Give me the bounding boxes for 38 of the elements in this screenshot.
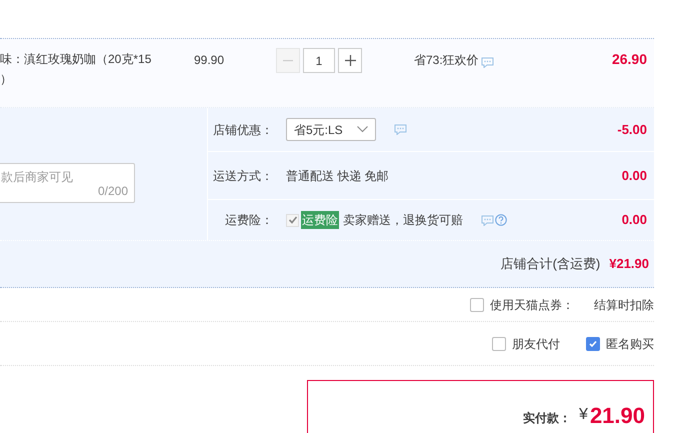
checkbox[interactable] bbox=[470, 298, 484, 312]
checkbox[interactable] bbox=[586, 336, 600, 350]
comment-icon bbox=[481, 214, 494, 226]
item-subtotal: 26.90 bbox=[612, 50, 647, 69]
shipping-method: 普通配送 快递 免邮 bbox=[286, 168, 389, 184]
payment-label: 实付款： bbox=[523, 410, 572, 427]
checkmark-icon bbox=[288, 215, 298, 225]
quantity-field[interactable]: 1 bbox=[303, 48, 335, 73]
currency-symbol: ¥ bbox=[579, 405, 588, 425]
option-label: 朋友代付 bbox=[512, 336, 560, 352]
deduction-note: 结算时扣除 bbox=[594, 296, 654, 314]
discount-dropdown[interactable]: 省5元:LS bbox=[286, 118, 376, 141]
option-amount: 0.00 bbox=[622, 166, 648, 185]
option-amount: 0.00 bbox=[622, 211, 648, 230]
plus-icon bbox=[344, 55, 356, 66]
shop-total-amount: ¥21.90 bbox=[609, 255, 649, 274]
product-description: 味：滇红玫瑰奶咖（20克*15 ） bbox=[0, 51, 152, 88]
comment-icon bbox=[481, 57, 494, 68]
payment-amount: 21.90 bbox=[590, 402, 645, 430]
insurance-note: 卖家赠送，退换货可赔 bbox=[343, 212, 463, 229]
option-amount: -5.00 bbox=[617, 120, 648, 139]
insurance-tag: 运费险 bbox=[301, 211, 339, 229]
option-label: 运送方式： bbox=[212, 168, 274, 184]
unit-price: 99.90 bbox=[194, 52, 224, 69]
shop-total-label: 店铺合计(含运费) bbox=[500, 255, 600, 274]
comment-icon bbox=[394, 124, 407, 135]
minus-icon bbox=[283, 60, 293, 62]
option-label: 店铺优惠： bbox=[212, 122, 274, 138]
points-label: 使用天猫点券： bbox=[490, 296, 575, 314]
promo-label: 省73:狂欢价 bbox=[414, 52, 479, 69]
increase-button[interactable] bbox=[338, 48, 362, 73]
chevron-down-icon bbox=[357, 126, 368, 133]
option-label: 匿名购买 bbox=[606, 336, 654, 352]
character-counter: 0/200 bbox=[98, 183, 128, 200]
checkmark-icon bbox=[588, 338, 598, 348]
help-icon bbox=[495, 214, 507, 226]
option-label: 运费险： bbox=[224, 212, 274, 229]
checkbox[interactable] bbox=[492, 336, 506, 350]
